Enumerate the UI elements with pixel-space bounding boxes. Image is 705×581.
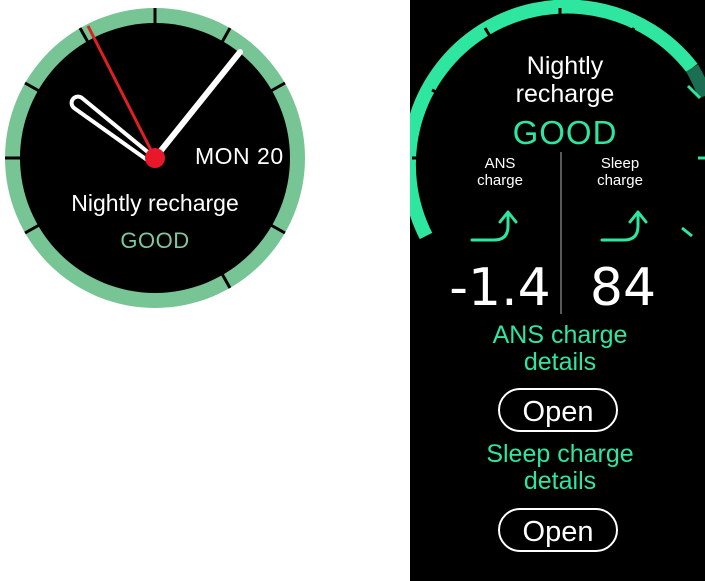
sleep-charge-value: 84 [589,258,657,318]
ans-trend-up-icon [470,210,518,242]
sleep-details-line2: details [523,467,597,495]
recharge-status: GOOD [120,228,190,253]
recharge-detail-screen[interactable]: Nightly recharge GOOD ANS charge Sleep c… [410,0,705,581]
sleep-details-open-button[interactable]: Open [498,508,618,552]
ans-charge-label: ANS charge [455,155,545,189]
sleep-charge-label: Sleep charge [575,155,665,189]
sleep-label-line1: Sleep [600,155,640,172]
ans-details-open-button[interactable]: Open [498,388,618,432]
sleep-trend-up-icon [600,210,648,242]
detail-title-line2: recharge [515,80,615,108]
ans-label-line1: ANS [484,155,516,172]
detail-status: GOOD [512,114,618,151]
sleep-charge-details-heading: Sleep charge details [450,441,670,495]
ans-charge-value: -1.4 [449,258,551,318]
ans-charge-details-heading: ANS charge details [450,322,670,376]
sleep-label-line2: charge [597,172,643,189]
ans-details-line1: ANS charge [492,321,628,349]
nightly-recharge-title: Nightly recharge [71,190,239,216]
center-dot [145,148,165,168]
ans-details-line2: details [523,348,597,376]
watch-face: MON 20 Nightly recharge GOOD [0,0,310,310]
date-label: MON 20 [195,143,284,169]
detail-title-line1: Nightly [526,52,604,80]
sleep-details-line1: Sleep charge [486,440,634,468]
detail-title: Nightly recharge [450,52,680,108]
ans-label-line2: charge [477,172,523,189]
